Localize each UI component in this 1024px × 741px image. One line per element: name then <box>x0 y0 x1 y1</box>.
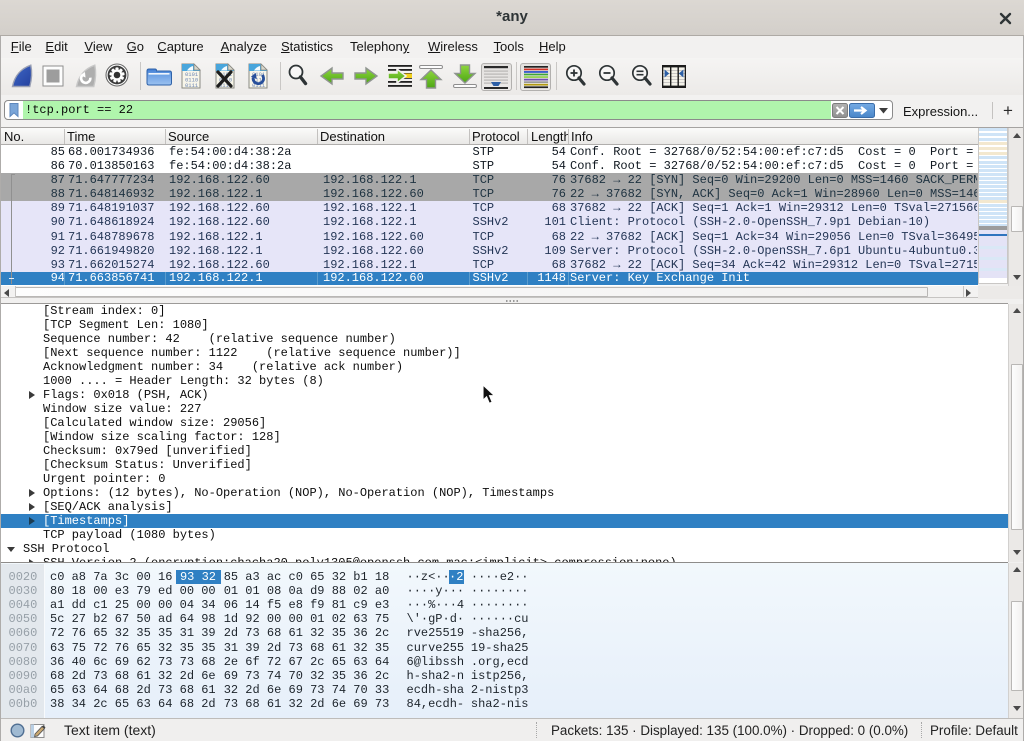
svg-text:0111: 0111 <box>185 82 199 89</box>
